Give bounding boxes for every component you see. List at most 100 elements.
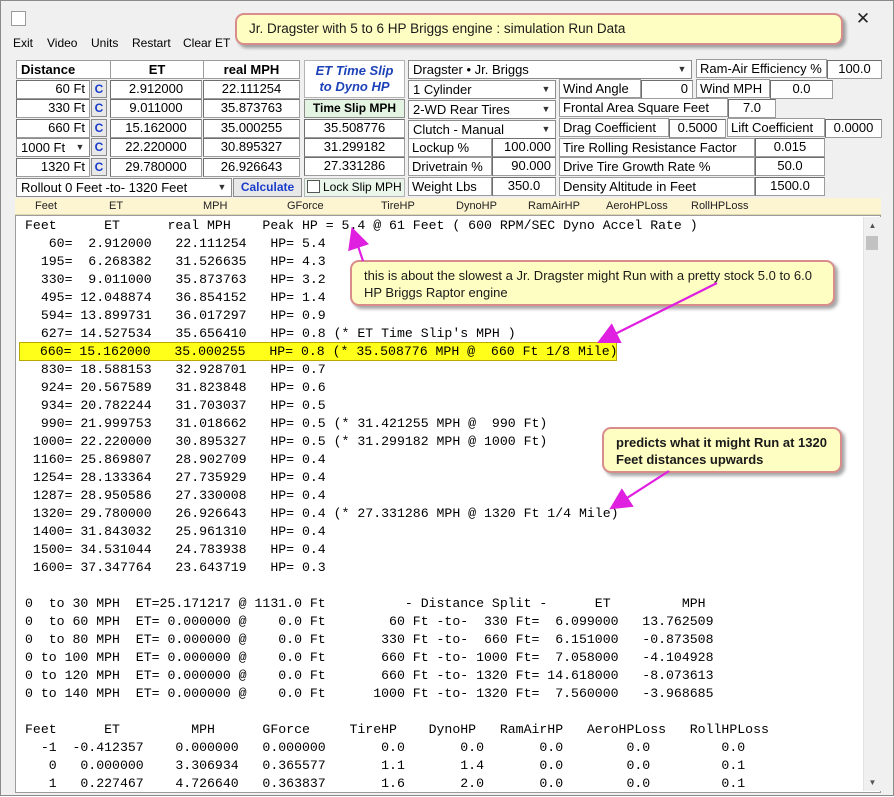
distance-field-2[interactable]: 660 Ft bbox=[16, 119, 90, 138]
distance-field-0[interactable]: 60 Ft bbox=[16, 80, 90, 99]
output-column-header: Feet ET MPH GForce TireHP DynoHP RamAirH… bbox=[15, 198, 881, 215]
scroll-down-icon[interactable]: ▼ bbox=[864, 774, 881, 791]
drivetrain-label: Drivetrain % bbox=[408, 157, 492, 176]
time-slip-mph-button[interactable]: Time Slip MPH bbox=[304, 99, 405, 118]
checkbox-box-icon bbox=[307, 180, 320, 193]
lift-coefficient-field[interactable]: 0.0000 bbox=[825, 119, 882, 138]
distance-select-3[interactable]: 1000 Ft ▼ bbox=[16, 138, 90, 157]
title-callout-text: Jr. Dragster with 5 to 6 HP Briggs engin… bbox=[249, 21, 626, 36]
chevron-down-icon: ▼ bbox=[75, 142, 85, 152]
tire-growth-field[interactable]: 50.0 bbox=[755, 157, 825, 176]
clear-row-button-2[interactable]: C bbox=[91, 119, 107, 137]
clear-row-button-4[interactable]: C bbox=[91, 158, 107, 176]
vehicle-select-value: Dragster • Jr. Briggs bbox=[413, 62, 529, 77]
et-field-4[interactable]: 29.780000 bbox=[110, 158, 202, 177]
et-slip-title: ET Time Slip to Dyno HP bbox=[304, 60, 405, 98]
clutch-select-value: Clutch - Manual bbox=[413, 122, 505, 137]
title-callout: Jr. Dragster with 5 to 6 HP Briggs engin… bbox=[235, 13, 843, 45]
scroll-up-icon[interactable]: ▲ bbox=[864, 217, 881, 234]
clear-row-button-3[interactable]: C bbox=[91, 138, 107, 156]
drive-select[interactable]: 2-WD Rear Tires ▼ bbox=[408, 100, 556, 119]
col-mph: MPH bbox=[203, 200, 228, 212]
vehicle-select[interactable]: Dragster • Jr. Briggs ▼ bbox=[408, 60, 692, 79]
drag-coefficient-label: Drag Coefficient bbox=[559, 118, 669, 137]
clear-row-button-1[interactable]: C bbox=[91, 99, 107, 117]
cylinders-select[interactable]: 1 Cylinder ▼ bbox=[408, 80, 556, 99]
menu-units[interactable]: Units bbox=[91, 35, 118, 51]
time-slip-1000-field[interactable]: 31.299182 bbox=[304, 138, 405, 157]
lift-coefficient-label: Lift Coefficient bbox=[727, 118, 825, 137]
ram-air-label: Ram-Air Efficiency % bbox=[696, 59, 827, 78]
drivetrain-field[interactable]: 90.000 bbox=[492, 157, 556, 176]
frontal-area-label: Frontal Area Square Feet bbox=[559, 98, 728, 117]
et-header: ET bbox=[110, 60, 204, 79]
col-gforce: GForce bbox=[287, 200, 324, 212]
chevron-down-icon: ▼ bbox=[677, 64, 687, 74]
density-altitude-label: Density Altitude in Feet bbox=[559, 177, 755, 196]
density-altitude-field[interactable]: 1500.0 bbox=[755, 177, 825, 196]
col-rollhploss: RollHPLoss bbox=[691, 200, 749, 212]
menu-clear-et[interactable]: Clear ET bbox=[183, 35, 230, 51]
weight-label: Weight Lbs bbox=[408, 177, 492, 196]
mph-field-4[interactable]: 26.926643 bbox=[203, 158, 300, 177]
menu-exit[interactable]: Exit bbox=[13, 35, 33, 51]
ram-air-field[interactable]: 100.0 bbox=[827, 60, 882, 79]
lockup-field[interactable]: 100.000 bbox=[492, 138, 556, 157]
et-slip-title-line2: to Dyno HP bbox=[319, 79, 390, 94]
mph-field-3[interactable]: 30.895327 bbox=[203, 138, 300, 157]
chevron-down-icon: ▼ bbox=[217, 182, 227, 192]
tire-growth-label: Drive Tire Growth Rate % bbox=[559, 157, 755, 176]
clutch-select[interactable]: Clutch - Manual ▼ bbox=[408, 120, 556, 139]
drive-select-value: 2-WD Rear Tires bbox=[413, 102, 510, 117]
wind-angle-label: Wind Angle bbox=[559, 79, 641, 98]
distance-select-value: 1000 Ft bbox=[21, 140, 66, 155]
col-aerohploss: AeroHPLoss bbox=[606, 200, 668, 212]
app-window: ✕ Exit Video Units Restart Clear ET Jr. … bbox=[0, 0, 894, 796]
chevron-down-icon: ▼ bbox=[541, 104, 551, 114]
predicts-callout: predicts what it might Run at 1320 Feet … bbox=[602, 427, 842, 473]
output-vertical-scrollbar[interactable]: ▲ ▼ bbox=[863, 217, 881, 791]
et-field-3[interactable]: 22.220000 bbox=[110, 138, 202, 157]
scroll-thumb[interactable] bbox=[866, 236, 878, 250]
time-slip-1320-field[interactable]: 27.331286 bbox=[304, 157, 405, 176]
et-field-1[interactable]: 9.011000 bbox=[110, 99, 202, 118]
predicts-callout-text: predicts what it might Run at 1320 Feet … bbox=[616, 435, 827, 467]
mph-field-1[interactable]: 35.873763 bbox=[203, 99, 300, 118]
distance-field-4[interactable]: 1320 Ft bbox=[16, 158, 90, 177]
lock-slip-mph-checkbox[interactable]: Lock Slip MPH bbox=[304, 178, 405, 197]
rolling-resistance-field[interactable]: 0.015 bbox=[755, 138, 825, 157]
menu-restart[interactable]: Restart bbox=[132, 35, 171, 51]
mph-field-2[interactable]: 35.000255 bbox=[203, 119, 300, 138]
wind-mph-field[interactable]: 0.0 bbox=[770, 80, 833, 99]
lockup-label: Lockup % bbox=[408, 138, 492, 157]
frontal-area-field[interactable]: 7.0 bbox=[728, 99, 776, 118]
et-slip-title-line1: ET Time Slip bbox=[315, 63, 394, 78]
weight-field[interactable]: 350.0 bbox=[492, 177, 556, 196]
menu-video[interactable]: Video bbox=[47, 35, 77, 51]
app-icon bbox=[11, 11, 26, 26]
mph-field-0[interactable]: 22.111254 bbox=[203, 80, 300, 99]
distance-field-1[interactable]: 330 Ft bbox=[16, 99, 90, 118]
slowest-callout-text: this is about the slowest a Jr. Dragster… bbox=[364, 268, 812, 300]
col-dynohp: DynoHP bbox=[456, 200, 497, 212]
drag-coefficient-field[interactable]: 0.5000 bbox=[669, 119, 726, 138]
calculate-button[interactable]: Calculate bbox=[233, 178, 302, 197]
rollout-select[interactable]: Rollout 0 Feet -to- 1320 Feet ▼ bbox=[16, 178, 232, 197]
et-field-0[interactable]: 2.912000 bbox=[110, 80, 202, 99]
clear-row-button-0[interactable]: C bbox=[91, 80, 107, 98]
chevron-down-icon: ▼ bbox=[541, 84, 551, 94]
et-field-2[interactable]: 15.162000 bbox=[110, 119, 202, 138]
slowest-callout: this is about the slowest a Jr. Dragster… bbox=[350, 260, 835, 306]
wind-angle-field[interactable]: 0 bbox=[641, 80, 693, 99]
wind-mph-label: Wind MPH bbox=[696, 79, 770, 98]
highlighted-660-text: 660= 15.162000 35.000255 HP= 0.8 (* 35.5… bbox=[24, 344, 618, 359]
rollout-select-value: Rollout 0 Feet -to- 1320 Feet bbox=[21, 180, 188, 195]
rolling-resistance-label: Tire Rolling Resistance Factor bbox=[559, 138, 755, 157]
cylinders-select-value: 1 Cylinder bbox=[413, 82, 472, 97]
lock-slip-mph-label: Lock Slip MPH bbox=[323, 180, 402, 194]
col-ramairhp: RamAirHP bbox=[528, 200, 580, 212]
real-mph-header: real MPH bbox=[203, 60, 300, 79]
close-button[interactable]: ✕ bbox=[853, 9, 873, 29]
col-et: ET bbox=[109, 200, 124, 212]
time-slip-660-field[interactable]: 35.508776 bbox=[304, 119, 405, 138]
